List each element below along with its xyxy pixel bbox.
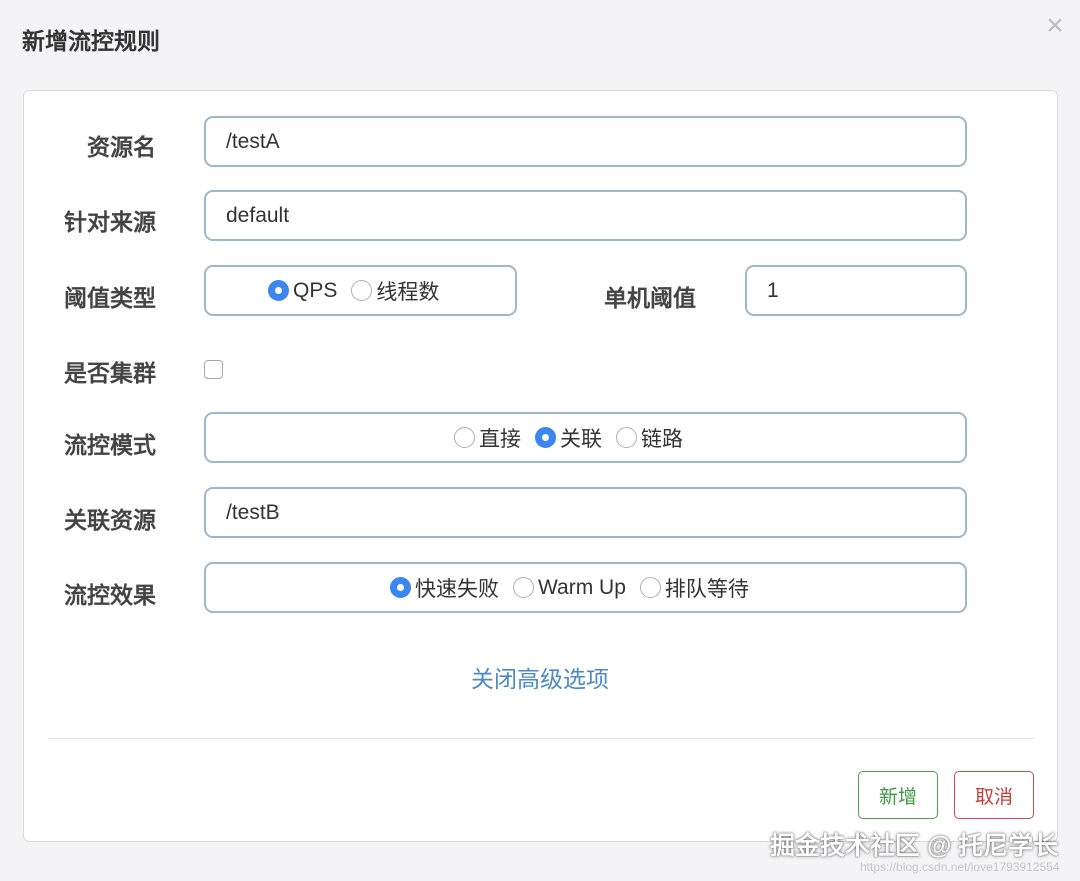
ref-resource-input[interactable] xyxy=(206,489,965,536)
limit-app-label: 针对来源 xyxy=(64,209,156,235)
behavior-option-fast-fail[interactable]: 快速失败 xyxy=(390,573,499,603)
ref-resource-label: 关联资源 xyxy=(64,507,156,533)
single-threshold-field-wrap xyxy=(745,265,967,316)
radio-unchecked-icon xyxy=(616,427,637,448)
radio-unchecked-icon xyxy=(351,280,373,301)
watermark-url: https://blog.csdn.net/love1793912554 xyxy=(860,860,1060,874)
single-threshold-input[interactable] xyxy=(747,267,965,314)
single-threshold-label: 单机阈值 xyxy=(604,285,696,311)
strategy-radio-group: 直接 关联 链路 xyxy=(204,412,967,463)
behavior-option-queue[interactable]: 排队等待 xyxy=(639,573,749,603)
radio-option-label: 链路 xyxy=(641,427,683,451)
radio-checked-icon xyxy=(268,280,289,301)
resource-name-input[interactable] xyxy=(206,118,965,165)
resource-name-field-wrap xyxy=(204,116,967,167)
behavior-option-warm-up[interactable]: Warm Up xyxy=(513,576,626,600)
cluster-mode-checkbox[interactable] xyxy=(204,360,223,379)
cluster-mode-label: 是否集群 xyxy=(64,360,156,386)
advanced-options-toggle-link[interactable]: 关闭高级选项 xyxy=(0,660,1080,694)
strategy-option-chain[interactable]: 链路 xyxy=(616,423,683,453)
cancel-button[interactable]: 取消 xyxy=(954,771,1034,819)
strategy-label: 流控模式 xyxy=(64,432,156,458)
threshold-type-radio-group: QPS 线程数 xyxy=(204,265,517,316)
radio-checked-icon xyxy=(535,427,556,448)
radio-option-label: 线程数 xyxy=(376,280,440,304)
radio-option-label: 快速失败 xyxy=(415,577,499,601)
control-behavior-label: 流控效果 xyxy=(64,582,156,608)
limit-app-field-wrap xyxy=(204,190,967,241)
strategy-option-direct[interactable]: 直接 xyxy=(454,423,521,453)
radio-unchecked-icon xyxy=(454,427,475,448)
dialog-title: 新增流控规则 xyxy=(22,28,160,54)
watermark-brand: 掘金技术社区 @ 托尼学长 xyxy=(770,832,1059,860)
resource-name-label: 资源名 xyxy=(87,134,156,160)
ref-resource-field-wrap xyxy=(204,487,967,538)
strategy-option-relate[interactable]: 关联 xyxy=(535,423,602,453)
add-button[interactable]: 新增 xyxy=(858,771,938,819)
threshold-type-option-thread[interactable]: 线程数 xyxy=(351,276,439,306)
radio-checked-icon xyxy=(390,577,411,598)
threshold-type-label: 阈值类型 xyxy=(64,285,156,311)
divider xyxy=(48,738,1034,739)
radio-option-label: QPS xyxy=(293,278,338,302)
limit-app-input[interactable] xyxy=(206,192,965,239)
close-icon[interactable]: × xyxy=(1040,10,1070,42)
radio-unchecked-icon xyxy=(513,577,534,598)
radio-option-label: 关联 xyxy=(560,427,602,451)
radio-option-label: 直接 xyxy=(479,427,521,451)
threshold-type-option-qps[interactable]: QPS xyxy=(268,279,337,303)
radio-option-label: Warm Up xyxy=(538,575,626,599)
radio-unchecked-icon xyxy=(639,577,661,598)
control-behavior-radio-group: 快速失败 Warm Up 排队等待 xyxy=(204,562,967,613)
radio-option-label: 排队等待 xyxy=(664,577,749,601)
